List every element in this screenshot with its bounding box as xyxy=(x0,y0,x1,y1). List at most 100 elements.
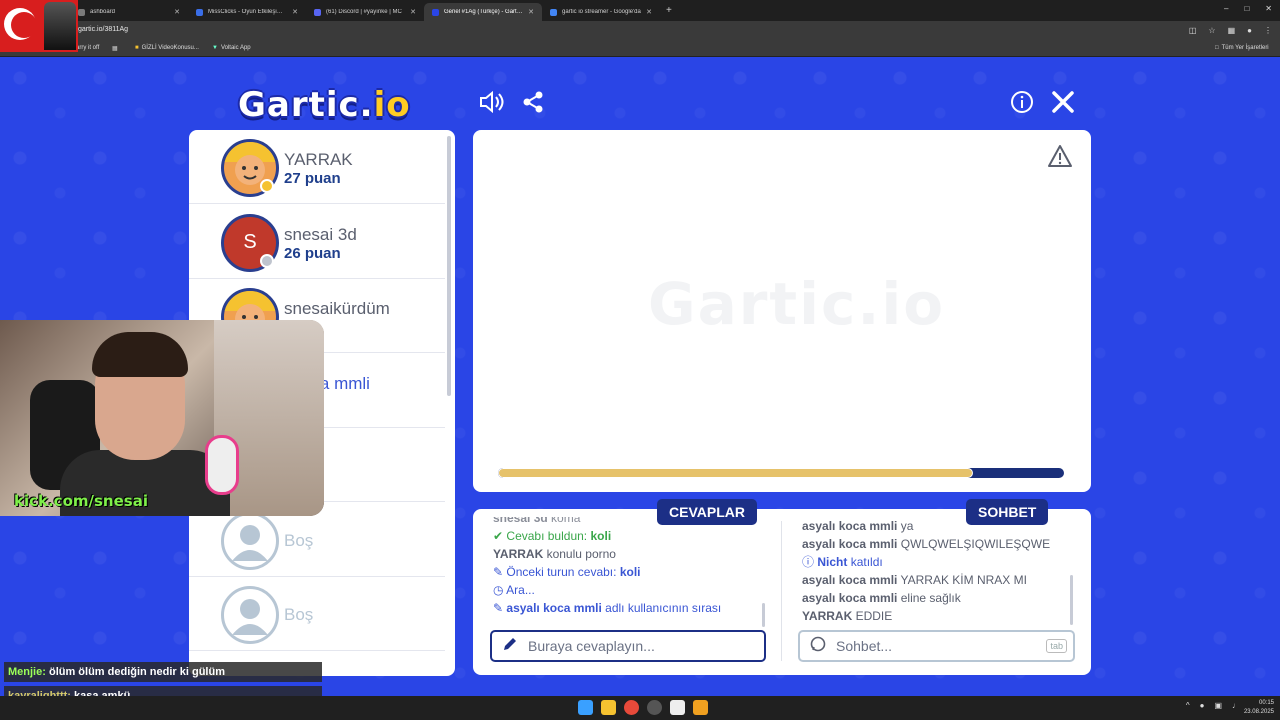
player-name: snesai 3d xyxy=(284,224,357,244)
check-icon: ✔ xyxy=(493,529,504,543)
log-line: YARRAK konulu porno xyxy=(493,547,616,561)
extensions-icon[interactable]: ▦ xyxy=(1228,26,1236,35)
folder-icon: ■ xyxy=(135,45,139,51)
canvas-watermark: Gartic.io xyxy=(648,270,946,338)
app-icon[interactable] xyxy=(693,700,708,715)
log-line: ✎ Önceki turun cevabı: koli xyxy=(493,565,641,579)
log-line: asyalı koca mmli YARRAK KİM NRAX MI xyxy=(802,573,1027,587)
player-row[interactable]: Ssnesai 3d 26 puan xyxy=(189,205,445,279)
tray-chevron-icon[interactable]: ^ xyxy=(1186,701,1190,710)
chat-input[interactable]: Sohbet... tab xyxy=(798,630,1075,662)
empty-avatar xyxy=(221,586,279,644)
player-row[interactable]: Boş xyxy=(189,577,445,651)
drawing-canvas[interactable]: Gartic.io xyxy=(473,130,1091,492)
chat-scrollbar[interactable] xyxy=(1070,575,1073,625)
browser-tab[interactable]: Genel #1Ag (Türkçe) - Gartic.io ✕ xyxy=(424,3,542,21)
window-controls: – □ ✕ xyxy=(1224,4,1272,13)
bookmarks-bar: arry it off ▦ ■ GİZLİ VideoKonusu... ▼ Vol… xyxy=(0,42,1280,57)
log-line: ⓘ Nicht katıldı xyxy=(802,555,883,569)
player-name: YARRAK xyxy=(284,150,353,169)
mic-icon[interactable]: ● xyxy=(1200,701,1205,710)
log-line: ◷ Ara... xyxy=(493,583,535,597)
report-warning-icon[interactable] xyxy=(1047,144,1073,173)
bookmark-star-icon[interactable]: ☆ xyxy=(1208,26,1215,35)
kick-channel-label: kick.com/snesai xyxy=(14,492,148,510)
panel-divider xyxy=(781,521,782,661)
turkish-flag-image xyxy=(0,0,78,52)
answers-tag: CEVAPLAR xyxy=(657,499,757,525)
chrome-icon[interactable] xyxy=(624,700,639,715)
volume-icon[interactable]: ♩ xyxy=(1232,701,1240,710)
pencil-icon: ✎ xyxy=(493,565,504,579)
url-field[interactable]: gartic.io/3811Ag xyxy=(78,26,128,33)
empty-avatar xyxy=(221,511,279,570)
bookmark-item[interactable]: ■ GİZLİ VideoKonusu... xyxy=(135,45,199,51)
profile-icon[interactable]: ● xyxy=(1247,26,1252,35)
player-score: 26 puan xyxy=(284,244,341,262)
share-icon[interactable] xyxy=(519,88,547,116)
round-timer-bar xyxy=(498,468,1064,478)
tab-favicon-icon xyxy=(196,8,203,16)
network-icon[interactable]: ▣ xyxy=(1214,701,1222,710)
answers-chat-panel: snesai 3d koma ✔ Cevabı buldun: koli YAR… xyxy=(473,509,1091,675)
gartic-logo[interactable]: Gartic.io xyxy=(238,85,411,125)
maximize-icon[interactable]: □ xyxy=(1244,4,1249,13)
bookmark-item[interactable]: arry it off xyxy=(76,45,99,51)
answers-log: snesai 3d koma ✔ Cevabı buldun: koli YAR… xyxy=(493,517,773,617)
log-line: asyalı koca mmli QWLQWELŞIQWILEŞQWE xyxy=(802,537,1051,551)
log-line: asyalı koca mmli eline sağlık xyxy=(802,591,961,605)
tab-favicon-icon xyxy=(432,8,439,16)
tab-close-icon[interactable]: ✕ xyxy=(410,8,416,16)
browser-tab[interactable]: MissClicks - Oyun Etkileşimi - I ✕ xyxy=(188,3,306,21)
clock-icon: ◷ xyxy=(493,583,504,597)
tab-close-icon[interactable]: ✕ xyxy=(292,8,298,16)
log-line: ✔ Cevabı buldun: koli xyxy=(493,529,612,543)
tab-favicon-icon xyxy=(314,8,321,16)
pencil-icon xyxy=(502,636,518,657)
apps-grid-icon[interactable]: ▦ xyxy=(112,45,118,52)
file-explorer-icon[interactable] xyxy=(601,700,616,715)
players-scrollbar[interactable] xyxy=(447,136,451,396)
new-tab-button[interactable]: + xyxy=(666,5,672,16)
chat-log: asyalı koca mmli ya asyalı koca mmli QWL… xyxy=(802,521,1072,625)
minimize-icon[interactable]: – xyxy=(1224,4,1228,13)
tab-close-icon[interactable]: ✕ xyxy=(528,8,534,16)
tab-close-icon[interactable]: ✕ xyxy=(174,8,180,16)
close-window-icon[interactable]: ✕ xyxy=(1265,4,1272,13)
webcam-overlay: kick.com/snesai xyxy=(0,320,324,516)
tab-close-icon[interactable]: ✕ xyxy=(646,8,652,16)
player-row[interactable]: YARRAK 27 puan xyxy=(189,130,445,204)
pencil-icon: ✎ xyxy=(493,601,504,615)
cast-icon[interactable]: ◫ xyxy=(1189,26,1197,35)
sound-icon[interactable] xyxy=(478,88,506,116)
browser-tab[interactable]: gartic io streamer - Google'da ✕ xyxy=(542,3,660,21)
player-name: Boş xyxy=(284,605,314,624)
log-line: ✎ asyalı koca mmli adlı kullanıcının sır… xyxy=(493,601,722,615)
folder-icon: □ xyxy=(1215,45,1219,51)
player-name: snesaikürdüm xyxy=(284,299,390,318)
chat-tag: SOHBET xyxy=(966,499,1049,525)
browser-tabbar: ashboard ✕ MissClicks - Oyun Etkileşimi - … xyxy=(0,0,1280,21)
browser-tab[interactable]: (61) Discord | #yayınke | MC ✕ xyxy=(306,3,424,21)
bookmark-item[interactable]: ▼ Voltaic App xyxy=(212,45,251,51)
info-icon[interactable] xyxy=(1008,88,1036,116)
answers-scrollbar[interactable] xyxy=(762,603,765,627)
round-timer-fill xyxy=(498,468,974,478)
windows-start-icon[interactable] xyxy=(578,700,593,715)
notepad-icon[interactable] xyxy=(670,700,685,715)
obs-icon[interactable] xyxy=(647,700,662,715)
player-status-dot xyxy=(260,179,274,193)
answer-input[interactable]: Buraya cevaplayın... xyxy=(490,630,766,662)
address-bar: gartic.io/3811Ag ◫ ☆ ▦ ● ⋮ xyxy=(0,21,1280,42)
all-bookmarks[interactable]: □ Tüm Yer İşaretleri xyxy=(1215,45,1269,51)
tab-favicon-icon xyxy=(550,8,557,16)
system-clock[interactable]: 00:15 23.08.2025 xyxy=(1244,699,1274,717)
menu-icon[interactable]: ⋮ xyxy=(1264,26,1272,35)
close-icon[interactable] xyxy=(1049,88,1077,116)
browser-tab[interactable]: ashboard ✕ xyxy=(70,3,188,21)
player-status-dot xyxy=(260,253,274,268)
stream-chat-message: Menjie: ölüm ölüm dediğin nedir ki gülüm xyxy=(4,662,322,682)
info-small-icon: ⓘ xyxy=(802,555,815,569)
log-line: YARRAK EDDIE xyxy=(802,609,893,623)
tab-key-hint: tab xyxy=(1046,639,1067,653)
